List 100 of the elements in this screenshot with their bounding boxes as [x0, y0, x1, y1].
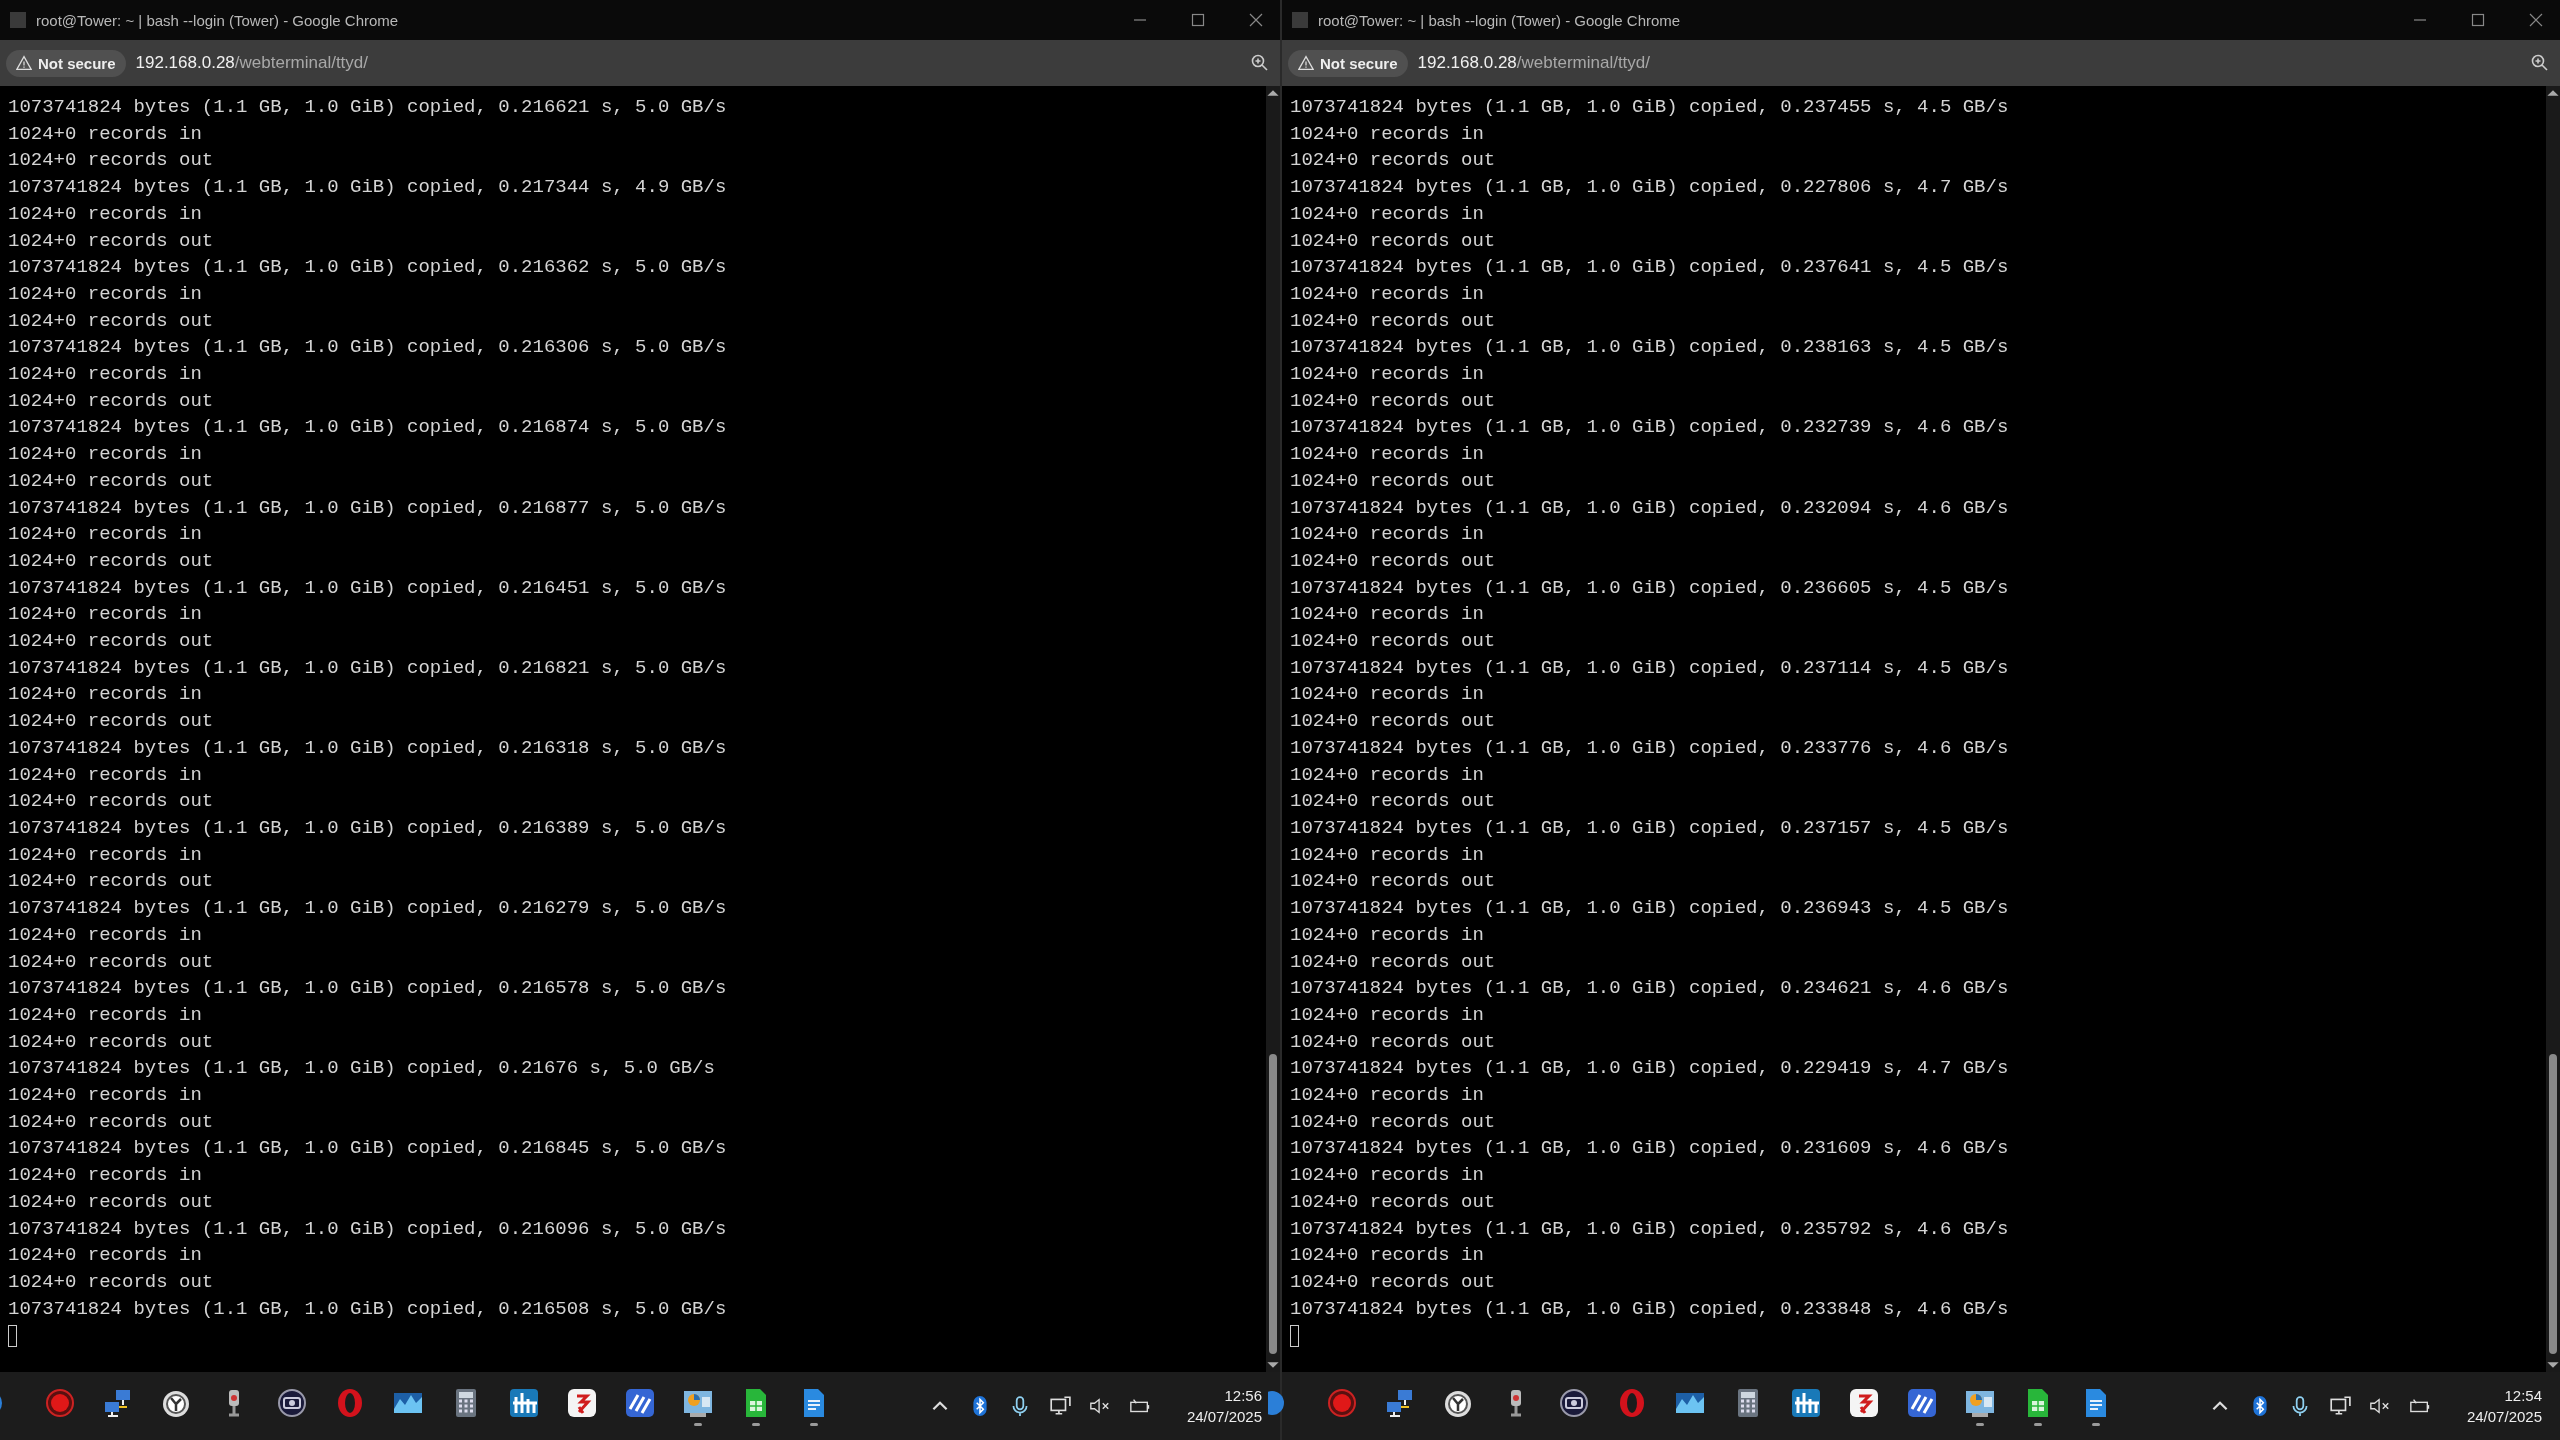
terminal-line: 1024+0 records in	[8, 442, 202, 468]
scrollbar-thumb[interactable]	[2549, 1054, 2557, 1354]
terminal-line: 1024+0 records out	[8, 548, 214, 574]
terminal-line: 1073741824 bytes (1.1 GB, 1.0 GiB) copied, 0.234621 s, 4.6 GB/s	[1290, 976, 2009, 1002]
scrollbar[interactable]	[1266, 86, 1280, 1372]
record-app-icon[interactable]	[1326, 1386, 1358, 1419]
terminal-line: 1024+0 records out	[8, 308, 214, 334]
terminal-line: 1024+0 records out	[1290, 228, 1496, 254]
terminal-line: 1024+0 records out	[1290, 789, 1496, 815]
terminal-line: 1024+0 records in	[1290, 201, 1484, 227]
text-cursor	[1290, 1324, 1299, 1347]
terminal-line: 1024+0 records in	[8, 682, 202, 708]
terminal-line: 1073741824 bytes (1.1 GB, 1.0 GiB) copied, 0.232094 s, 4.6 GB/s	[1290, 495, 2009, 521]
terminal-line: 1024+0 records in	[1290, 762, 1484, 788]
terminal-line: 1024+0 records in	[8, 1083, 202, 1108]
terminal-line: 1024+0 records out	[1290, 388, 1496, 414]
security-chip[interactable]: Not secure	[6, 49, 126, 77]
scrollbar[interactable]	[2546, 86, 2560, 1372]
clock-time: 12:56	[1224, 1386, 1262, 1406]
camera-app-icon[interactable]	[1558, 1386, 1590, 1419]
terminal-line: 1024+0 records out	[1290, 629, 1496, 655]
terminal-line: 1024+0 records out	[1290, 949, 1496, 975]
terminal-line: 1024+0 records in	[1290, 602, 1484, 628]
terminal-line: 1024+0 records out	[8, 869, 214, 895]
display-icon[interactable]	[2328, 1395, 2351, 1417]
terminal-line: 1073741824 bytes (1.1 GB, 1.0 GiB) copied, 0.237455 s, 4.5 GB/s	[1290, 95, 2009, 120]
terminal-line: 1024+0 records out	[8, 228, 214, 254]
terminal-line: 1024+0 records out	[8, 789, 214, 815]
terminal-line: 1024+0 records in	[1290, 442, 1484, 468]
stripes-app-icon[interactable]	[624, 1386, 656, 1419]
warning-icon	[16, 55, 32, 71]
clock[interactable]: 12:56 24/07/2025	[1186, 1385, 1262, 1427]
terminal-line: 1073741824 bytes (1.1 GB, 1.0 GiB) copied, 0.237157 s, 4.5 GB/s	[1290, 816, 2009, 841]
terminal-line: 1073741824 bytes (1.1 GB, 1.0 GiB) copied, 0.233776 s, 4.6 GB/s	[1290, 735, 2009, 761]
terminal-line: 1024+0 records in	[1290, 1002, 1484, 1028]
speaker-muted-icon[interactable]	[1088, 1395, 1111, 1417]
terminal-line: 1073741824 bytes (1.1 GB, 1.0 GiB) copied, 0.237641 s, 4.5 GB/s	[1290, 255, 2009, 281]
terminal-line: 1073741824 bytes (1.1 GB, 1.0 GiB) copied, 0.21676 s, 5.0 GB/s	[8, 1056, 715, 1082]
terminal-line: 1024+0 records in	[1290, 362, 1484, 388]
text-cursor	[8, 1324, 17, 1347]
terminal-line: 1024+0 records in	[8, 922, 202, 948]
terminal-line: 1024+0 records in	[8, 1163, 202, 1189]
terminal-line: 1073741824 bytes (1.1 GB, 1.0 GiB) copied, 0.232739 s, 4.6 GB/s	[1290, 415, 2009, 441]
terminal-line: 1024+0 records out	[1290, 308, 1496, 334]
terminal-line: 1073741824 bytes (1.1 GB, 1.0 GiB) copied, 0.217344 s, 4.9 GB/s	[8, 175, 727, 201]
url-field[interactable]: 192.168.0.28/webterminal/ttyd/	[135, 53, 1240, 73]
terminal-line: 1073741824 bytes (1.1 GB, 1.0 GiB) copied, 0.238163 s, 4.5 GB/s	[1290, 335, 2009, 361]
terminal-line: 1024+0 records in	[8, 522, 202, 548]
bars-app-icon[interactable]	[1790, 1386, 1822, 1419]
security-chip[interactable]: Not secure	[1288, 49, 1408, 77]
tab-favicon-icon	[10, 12, 26, 28]
terminal-line: 1024+0 records out	[1290, 709, 1496, 735]
terminal-line: 1024+0 records out	[1290, 869, 1496, 895]
url-field[interactable]: 192.168.0.28/webterminal/ttyd/	[1417, 53, 2520, 73]
terminal-line: 1073741824 bytes (1.1 GB, 1.0 GiB) copied, 0.227806 s, 4.7 GB/s	[1290, 175, 2009, 201]
terminal-line: 1073741824 bytes (1.1 GB, 1.0 GiB) copied, 0.235792 s, 4.6 GB/s	[1290, 1216, 2009, 1242]
warning-icon	[1298, 55, 1314, 71]
terminal-line: 1073741824 bytes (1.1 GB, 1.0 GiB) copied, 0.216877 s, 5.0 GB/s	[8, 495, 727, 521]
zoom-icon[interactable]	[1250, 53, 1270, 73]
camera-app-icon[interactable]	[276, 1386, 308, 1419]
terminal-line: 1073741824 bytes (1.1 GB, 1.0 GiB) copied, 0.216508 s, 5.0 GB/s	[8, 1296, 727, 1322]
terminal-line: 1024+0 records out	[8, 1029, 214, 1055]
terminal-line: 1024+0 records out	[1290, 1189, 1496, 1215]
clock-time: 12:54	[2504, 1386, 2542, 1406]
terminal-line: 1024+0 records out	[8, 949, 214, 975]
zoom-icon[interactable]	[2530, 53, 2550, 73]
swirl-app-icon[interactable]	[1848, 1386, 1880, 1419]
window-title: root@Tower: ~ | bash --login (Tower) - Google Chrome	[36, 11, 400, 29]
terminal-line: 1073741824 bytes (1.1 GB, 1.0 GiB) copied, 0.236605 s, 4.5 GB/s	[1290, 575, 2009, 601]
terminal-line: 1073741824 bytes (1.1 GB, 1.0 GiB) copied, 0.216874 s, 5.0 GB/s	[8, 415, 727, 441]
record-app-icon[interactable]	[44, 1386, 76, 1419]
speaker-muted-icon[interactable]	[2368, 1395, 2391, 1417]
terminal-line: 1024+0 records in	[1290, 1163, 1484, 1189]
clock-date: 24/07/2025	[2466, 1407, 2542, 1427]
terminal-line: 1024+0 records in	[8, 762, 202, 788]
tab-favicon-icon	[1292, 12, 1308, 28]
bars-app-icon[interactable]	[508, 1386, 540, 1419]
terminal-line: 1024+0 records out	[8, 388, 214, 414]
stripes-app-icon[interactable]	[1906, 1386, 1938, 1419]
terminal-line: 1073741824 bytes (1.1 GB, 1.0 GiB) copied, 0.229419 s, 4.7 GB/s	[1290, 1056, 2009, 1082]
scrollbar-thumb[interactable]	[1269, 1054, 1277, 1354]
clock-date: 24/07/2025	[1186, 1407, 1262, 1427]
terminal-line: 1024+0 records in	[8, 842, 202, 868]
terminal-line: 1024+0 records out	[8, 709, 214, 735]
terminal-line: 1073741824 bytes (1.1 GB, 1.0 GiB) copied, 0.216578 s, 5.0 GB/s	[8, 976, 727, 1002]
swirl-app-icon[interactable]	[566, 1386, 598, 1419]
terminal-line: 1024+0 records out	[1290, 1109, 1496, 1135]
display-icon[interactable]	[1048, 1395, 1071, 1417]
terminal-line: 1024+0 records in	[8, 1243, 202, 1269]
terminal-line: 1024+0 records out	[8, 1189, 214, 1215]
terminal-line: 1024+0 records in	[8, 281, 202, 307]
terminal-line: 1073741824 bytes (1.1 GB, 1.0 GiB) copied, 0.216389 s, 5.0 GB/s	[8, 816, 727, 841]
terminal-line: 1024+0 records in	[8, 1002, 202, 1028]
clock[interactable]: 12:54 24/07/2025	[2466, 1385, 2542, 1427]
terminal-line: 1024+0 records in	[1290, 922, 1484, 948]
terminal-line: 1073741824 bytes (1.1 GB, 1.0 GiB) copied, 0.216096 s, 5.0 GB/s	[8, 1216, 727, 1242]
terminal-line: 1024+0 records in	[8, 121, 202, 147]
terminal-line: 1024+0 records out	[8, 468, 214, 494]
security-label: Not secure	[1320, 54, 1398, 72]
terminal-line: 1024+0 records in	[8, 201, 202, 227]
